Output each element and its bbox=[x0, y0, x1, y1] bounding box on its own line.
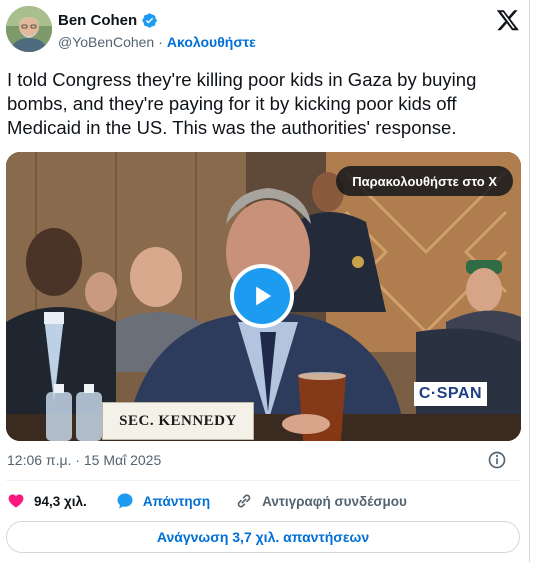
cspan-watermark: C·SPAN bbox=[413, 382, 487, 406]
like-count: 94,3 χιλ. bbox=[34, 493, 87, 509]
watch-on-x-button[interactable]: Παρακολουθήστε στο X bbox=[336, 166, 513, 196]
verified-badge-icon bbox=[142, 12, 157, 28]
nameplate: SEC. KENNEDY bbox=[102, 402, 254, 440]
separator-dot: · bbox=[158, 34, 163, 50]
author-handle[interactable]: @YoBenCohen bbox=[58, 34, 154, 50]
avatar[interactable] bbox=[6, 6, 52, 52]
tweet-card: Ben Cohen @YoBenCohen · Ακολουθήστε I to… bbox=[0, 0, 530, 562]
name-row: Ben Cohen bbox=[58, 10, 158, 30]
heart-icon bbox=[8, 494, 24, 508]
tweet-header: Ben Cohen @YoBenCohen · Ακολουθήστε bbox=[6, 6, 526, 56]
link-icon bbox=[237, 494, 251, 508]
video-player[interactable]: Παρακολουθήστε στο X SEC. KENNEDY C·SPAN bbox=[6, 152, 521, 441]
author-name[interactable]: Ben Cohen bbox=[58, 12, 137, 29]
x-logo-icon[interactable] bbox=[496, 8, 520, 32]
divider bbox=[6, 480, 520, 481]
like-button[interactable]: 94,3 χιλ. bbox=[6, 491, 87, 511]
copy-link-button[interactable]: Αντιγραφή συνδέσμου bbox=[234, 491, 407, 511]
action-bar: 94,3 χιλ. Απάντηση Αντιγραφή συνδέσμου bbox=[6, 488, 526, 514]
copy-link-label: Αντιγραφή συνδέσμου bbox=[262, 493, 407, 509]
read-replies-button[interactable]: Ανάγνωση 3,7 χιλ. απαντήσεων bbox=[6, 521, 520, 553]
reply-label: Απάντηση bbox=[142, 493, 211, 509]
tweet-text: I told Congress they're killing poor kid… bbox=[7, 69, 477, 138]
play-button[interactable] bbox=[230, 264, 294, 328]
play-icon bbox=[256, 286, 272, 306]
info-icon[interactable] bbox=[487, 450, 507, 470]
reply-bubble-icon bbox=[117, 493, 133, 509]
avatar-image bbox=[6, 6, 52, 52]
reply-button[interactable]: Απάντηση bbox=[115, 491, 210, 511]
tweet-timestamp[interactable]: 12:06 π.μ. · 15 Μαΐ 2025 bbox=[7, 452, 161, 468]
handle-row: @YoBenCohen · Ακολουθήστε bbox=[58, 34, 256, 50]
follow-button[interactable]: Ακολουθήστε bbox=[167, 34, 256, 50]
